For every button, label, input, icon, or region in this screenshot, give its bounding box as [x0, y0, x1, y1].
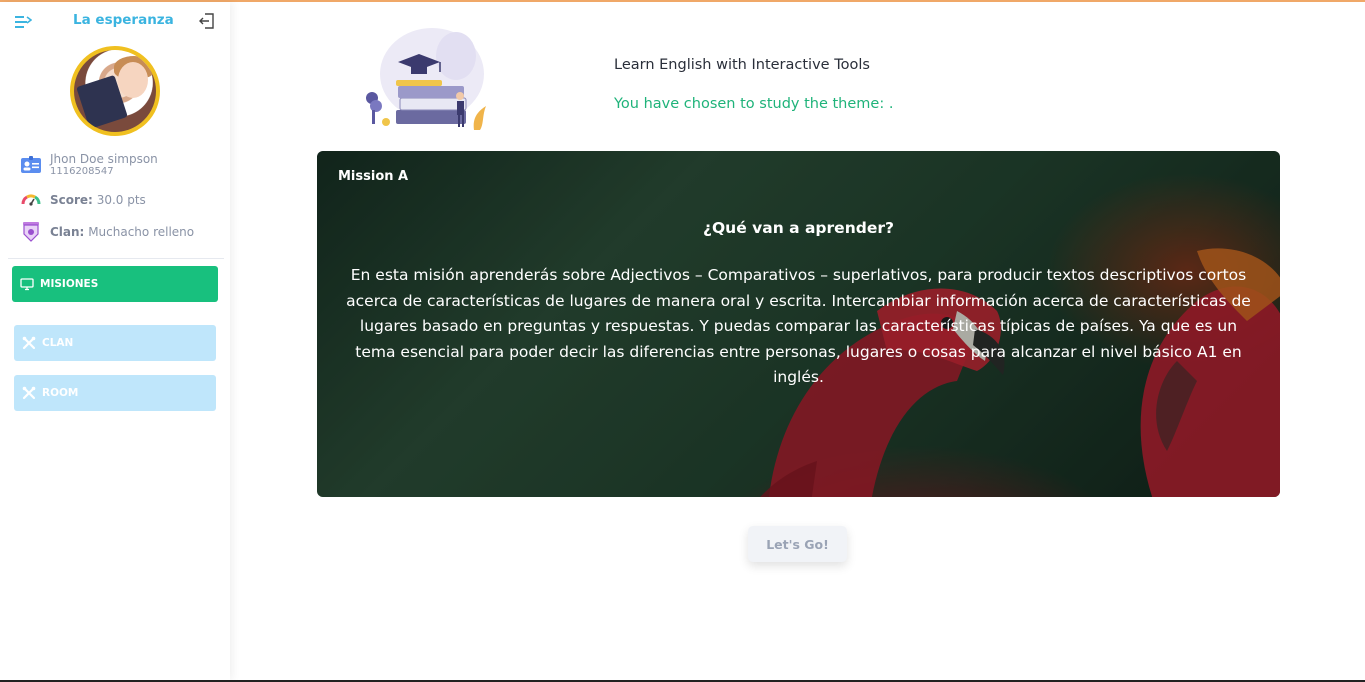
- clan-value: Muchacho relleno: [88, 225, 195, 239]
- monitor-icon: [20, 278, 34, 291]
- mission-description: En esta misión aprenderás sobre Adjectiv…: [346, 266, 1251, 386]
- lets-go-button[interactable]: Let's Go!: [748, 526, 847, 562]
- score-row: Score: 30.0 pts: [20, 189, 146, 211]
- shield-badge-icon: [23, 222, 39, 242]
- logout-icon[interactable]: [198, 12, 216, 30]
- nav-room-label: ROOM: [42, 387, 79, 399]
- mission-heading: ¿Qué van a aprender?: [703, 219, 894, 237]
- nav-room[interactable]: ROOM: [14, 375, 216, 411]
- theme-subtitle: You have chosen to study the theme: .: [614, 96, 894, 112]
- menu-toggle-icon[interactable]: [14, 14, 32, 30]
- id-card-icon: [21, 156, 41, 173]
- user-name: Jhon Doe simpson: [50, 152, 158, 166]
- graduation-books-illustration: [366, 28, 486, 130]
- clan-row: Clan: Muchacho relleno: [20, 221, 194, 243]
- user-info: Jhon Doe simpson 1116208547: [20, 152, 158, 178]
- tools-icon: [22, 336, 36, 350]
- brand-name: La esperanza: [73, 12, 174, 28]
- user-id: 1116208547: [50, 166, 114, 177]
- nav-misiones-label: MISIONES: [40, 278, 99, 290]
- score-value: 30.0 pts: [96, 193, 146, 207]
- nav-clan-label: CLAN: [42, 337, 74, 349]
- nav-misiones[interactable]: MISIONES: [12, 266, 218, 302]
- nav-clan[interactable]: CLAN: [14, 325, 216, 361]
- sidebar-divider: [8, 258, 224, 259]
- mission-card: Mission A ¿Qué van a aprender? En esta m…: [317, 151, 1280, 497]
- sidebar: La esperanza Jhon Doe simpson 1116208547: [0, 2, 230, 680]
- score-label: Score:: [50, 193, 93, 207]
- mission-label: Mission A: [338, 169, 409, 184]
- gauge-icon: [21, 194, 41, 206]
- avatar: [70, 46, 160, 136]
- clan-label: Clan:: [50, 225, 85, 239]
- tools-icon: [22, 386, 36, 400]
- hero-title: Learn English with Interactive Tools: [614, 57, 870, 73]
